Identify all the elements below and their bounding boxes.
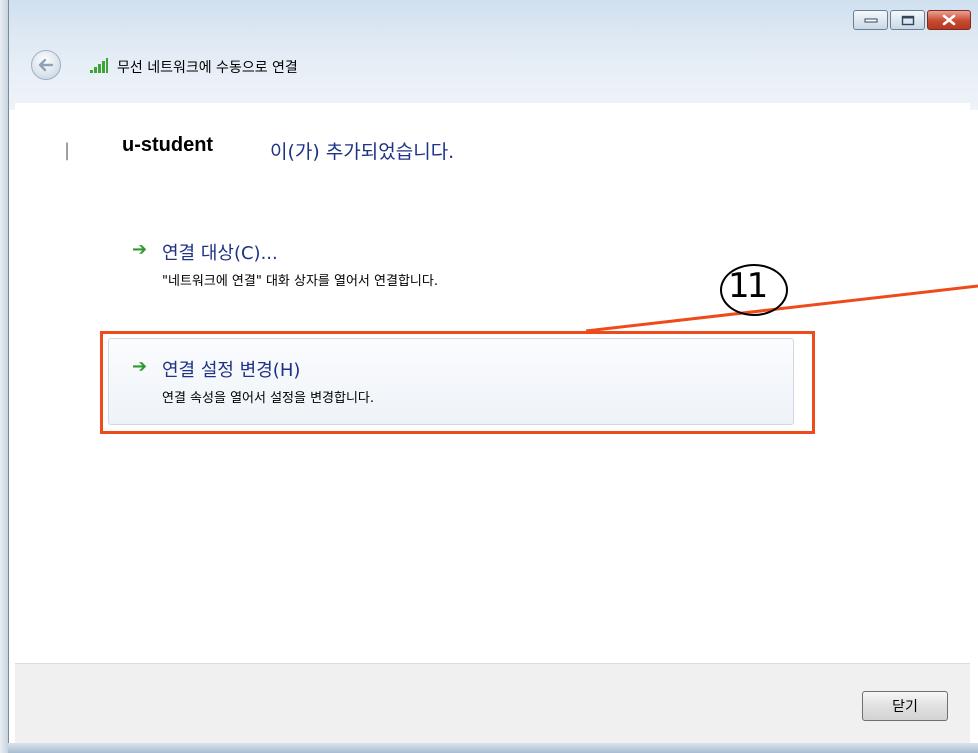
annotation-highlight-box bbox=[100, 331, 815, 434]
back-button[interactable] bbox=[31, 50, 61, 80]
ssid-prefix-mark: | bbox=[64, 140, 71, 161]
minimize-button[interactable] bbox=[853, 10, 888, 30]
close-window-button[interactable] bbox=[927, 10, 971, 30]
green-arrow-icon: ➔ bbox=[132, 239, 148, 260]
network-added-message: 이(가) 추가되었습니다. bbox=[270, 141, 455, 163]
window-left-edge bbox=[0, 0, 8, 753]
window-controls bbox=[853, 10, 971, 30]
dialog-footer bbox=[15, 663, 970, 744]
wireless-signal-icon bbox=[90, 58, 108, 73]
close-icon bbox=[942, 14, 956, 26]
network-ssid: u-student bbox=[122, 134, 214, 156]
connect-to-option-title[interactable]: 연결 대상(C)... bbox=[162, 239, 278, 265]
maximize-button[interactable] bbox=[890, 10, 925, 30]
maximize-icon bbox=[901, 15, 914, 25]
close-button[interactable]: 닫기 bbox=[862, 691, 948, 721]
annotation-step-number: 11 bbox=[728, 266, 768, 306]
minimize-icon bbox=[864, 18, 877, 23]
connect-to-option-description: "네트워크에 연결" 대화 상자를 열어서 연결합니다. bbox=[162, 274, 438, 289]
window-title: 무선 네트워크에 수동으로 연결 bbox=[117, 60, 298, 76]
title-bar: 무선 네트워크에 수동으로 연결 bbox=[9, 0, 978, 110]
window-bottom-edge bbox=[8, 743, 978, 753]
back-arrow-icon bbox=[38, 58, 54, 72]
